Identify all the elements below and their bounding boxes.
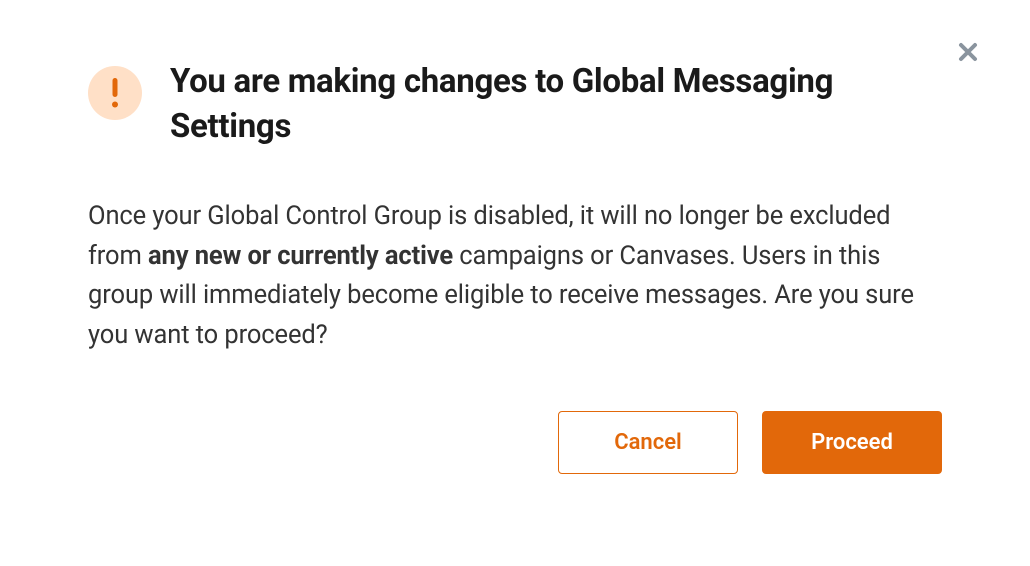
modal-body: Once your Global Control Group is disabl… (88, 197, 942, 355)
confirmation-modal: You are making changes to Global Messagi… (0, 0, 1030, 524)
close-icon (956, 40, 980, 64)
body-text-bold: any new or currently active (148, 241, 453, 271)
modal-header: You are making changes to Global Messagi… (88, 60, 942, 149)
modal-title: You are making changes to Global Messagi… (170, 60, 942, 149)
exclamation-icon (110, 78, 120, 108)
proceed-button[interactable]: Proceed (762, 411, 942, 474)
cancel-button[interactable]: Cancel (558, 411, 738, 474)
close-button[interactable] (954, 38, 982, 66)
warning-icon-circle (88, 66, 142, 120)
button-row: Cancel Proceed (88, 411, 942, 474)
